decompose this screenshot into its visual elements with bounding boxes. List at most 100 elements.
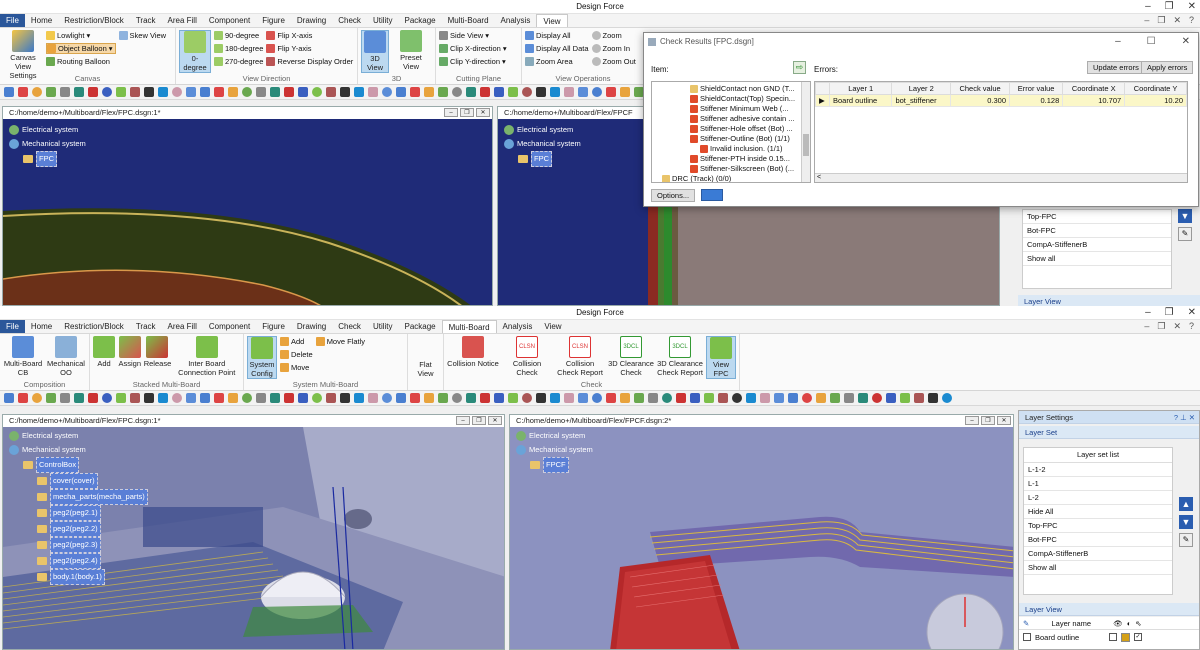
layer-visible-checkbox[interactable] xyxy=(1023,633,1031,641)
toolbar-tool-icon[interactable] xyxy=(494,393,504,403)
menu-tab-file[interactable]: File xyxy=(0,320,25,333)
collision-notice-button[interactable]: Collision Notice xyxy=(447,336,499,368)
toolbar-tool-icon[interactable] xyxy=(284,393,294,403)
menu-tab-view[interactable]: View xyxy=(538,320,567,333)
toolbar-tool-icon[interactable] xyxy=(228,393,238,403)
doc-minimize-icon[interactable]: – xyxy=(444,108,458,117)
flat-view-button[interactable]: Flat View xyxy=(411,360,440,378)
minimize-icon[interactable]: – xyxy=(1145,306,1151,320)
check-item[interactable]: Stiffener adhesive contain ... xyxy=(656,114,810,124)
toolbar-tool-icon[interactable] xyxy=(382,393,392,403)
toolbar-tool-icon[interactable] xyxy=(326,87,336,97)
menu-tab-check[interactable]: Check xyxy=(332,320,367,333)
toolbar-tool-icon[interactable] xyxy=(144,87,154,97)
toolbar-tool-icon[interactable] xyxy=(354,87,364,97)
toolbar-tool-icon[interactable] xyxy=(466,393,476,403)
toolbar-tool-icon[interactable] xyxy=(914,393,924,403)
rotate-180-button[interactable]: 180-degree xyxy=(214,43,263,54)
toolbar-tool-icon[interactable] xyxy=(214,87,224,97)
doc-minimize-icon[interactable]: – xyxy=(456,416,470,425)
tree-item[interactable]: Mechanical system xyxy=(9,443,148,457)
edit-icon[interactable]: ✎ xyxy=(1179,533,1193,547)
toolbar-tool-icon[interactable] xyxy=(606,393,616,403)
toolbar-tool-icon[interactable] xyxy=(298,87,308,97)
toolbar-tool-icon[interactable] xyxy=(172,393,182,403)
tree-item[interactable]: Mechanical system xyxy=(516,443,593,457)
toolbar-tool-icon[interactable] xyxy=(816,393,826,403)
multi-board-cb-button[interactable]: Multi-Board CB xyxy=(3,336,43,377)
menu-tab-analysis[interactable]: Analysis xyxy=(497,320,539,333)
dialog-close-icon[interactable]: ✕ xyxy=(1182,33,1190,51)
rotate-90-button[interactable]: 90-degree xyxy=(214,30,263,41)
toolbar-tool-icon[interactable] xyxy=(774,393,784,403)
toolbar-tool-icon[interactable] xyxy=(4,393,14,403)
menu-tab-multi-board[interactable]: Multi-Board xyxy=(442,14,495,27)
zoom-button[interactable]: Zoom xyxy=(591,30,636,41)
layer-eye-checkbox[interactable] xyxy=(1109,633,1117,641)
check-item[interactable]: Stiffener-Outline (Bot) (1/1) xyxy=(656,134,810,144)
tree-item[interactable]: peg2(peg2.1) xyxy=(9,505,148,521)
sm-add-button[interactable]: Add xyxy=(280,336,313,347)
object-balloon-button[interactable]: Object Balloon ▾ xyxy=(46,43,116,54)
column-header[interactable]: Check value xyxy=(950,82,1011,95)
doc-restore-icon[interactable]: ❐ xyxy=(981,416,995,425)
flip-x-button[interactable]: Flip X-axis xyxy=(266,30,353,41)
layer-set-header[interactable]: Layer Set xyxy=(1019,426,1199,439)
error-row[interactable]: ▶ Board outline bot_stiffener 0.300 0.128 10.… xyxy=(815,94,1187,107)
toolbar-tool-icon[interactable] xyxy=(620,87,630,97)
tree-item[interactable]: peg2(peg2.3) xyxy=(9,537,148,553)
toolbar-tool-icon[interactable] xyxy=(382,87,392,97)
toolbar-tool-icon[interactable] xyxy=(340,393,350,403)
doc-close-icon[interactable]: ✕ xyxy=(488,416,502,425)
item-scrollbar[interactable] xyxy=(801,82,810,182)
column-header[interactable]: Coordinate X xyxy=(1062,82,1126,95)
toolbar-tool-icon[interactable] xyxy=(74,393,84,403)
toolbar-tool-icon[interactable] xyxy=(4,87,14,97)
layer-set-item[interactable]: Show all xyxy=(1024,561,1172,575)
rotate-270-button[interactable]: 270-degree xyxy=(214,56,263,67)
menu-tab-track[interactable]: Track xyxy=(130,14,162,27)
layer-set-item[interactable]: CompA-StiffenerB xyxy=(1023,238,1171,252)
toolbar-tool-icon[interactable] xyxy=(32,393,42,403)
toolbar-tool-icon[interactable] xyxy=(326,393,336,403)
toolbar-tool-icon[interactable] xyxy=(396,87,406,97)
layer-set-item[interactable]: Bot-FPC xyxy=(1024,533,1172,547)
system-config-button[interactable]: System Config xyxy=(247,336,277,379)
layer-set-item[interactable]: Top-FPC xyxy=(1024,519,1172,533)
menu-tab-figure[interactable]: Figure xyxy=(256,14,291,27)
toolbar-tool-icon[interactable] xyxy=(676,393,686,403)
check-item[interactable]: Stiffener-PTH inside 0.15... xyxy=(656,154,810,164)
layer-set-item[interactable]: L-1-2 xyxy=(1024,463,1172,477)
tree-item[interactable]: Electrical system xyxy=(504,123,581,137)
layer-view-header[interactable]: Layer View xyxy=(1018,295,1200,306)
toolbar-tool-icon[interactable] xyxy=(144,393,154,403)
toolbar-tool-icon[interactable] xyxy=(452,87,462,97)
toolbar-tool-icon[interactable] xyxy=(634,393,644,403)
move-flatly-button[interactable]: Move Flatly xyxy=(315,336,365,347)
clearance-check-button[interactable]: 3DCL 3D Clearance Check xyxy=(608,336,654,377)
toolbar-tool-icon[interactable] xyxy=(270,393,280,403)
restore-icon[interactable]: ❐ xyxy=(1165,0,1174,14)
toolbar-tool-icon[interactable] xyxy=(536,393,546,403)
close-icon[interactable]: ✕ xyxy=(1188,306,1196,320)
toolbar-tool-icon[interactable] xyxy=(410,393,420,403)
toolbar-tool-icon[interactable] xyxy=(312,393,322,403)
tree-item[interactable]: Electrical system xyxy=(9,429,148,443)
toolbar-tool-icon[interactable] xyxy=(270,87,280,97)
menu-tab-area-fill[interactable]: Area Fill xyxy=(162,14,203,27)
toolbar-tool-icon[interactable] xyxy=(466,87,476,97)
toolbar-tool-icon[interactable] xyxy=(550,87,560,97)
layer-view-header[interactable]: Layer View xyxy=(1019,603,1199,616)
toolbar-tool-icon[interactable] xyxy=(592,87,602,97)
toolbar-tool-icon[interactable] xyxy=(284,87,294,97)
clip-x-button[interactable]: Clip X-direction ▾ xyxy=(439,43,507,54)
toolbar-tool-icon[interactable] xyxy=(508,87,518,97)
zoom-area-button[interactable]: Zoom Area xyxy=(525,56,589,67)
move-down-icon[interactable]: ▼ xyxy=(1179,515,1193,529)
toolbar-tool-icon[interactable] xyxy=(648,393,658,403)
column-header[interactable]: Coordinate Y xyxy=(1124,82,1187,95)
toolbar-tool-icon[interactable] xyxy=(18,87,28,97)
toolbar-tool-icon[interactable] xyxy=(452,393,462,403)
toolbar-tool-icon[interactable] xyxy=(410,87,420,97)
display-all-data-button[interactable]: Display All Data xyxy=(525,43,589,54)
